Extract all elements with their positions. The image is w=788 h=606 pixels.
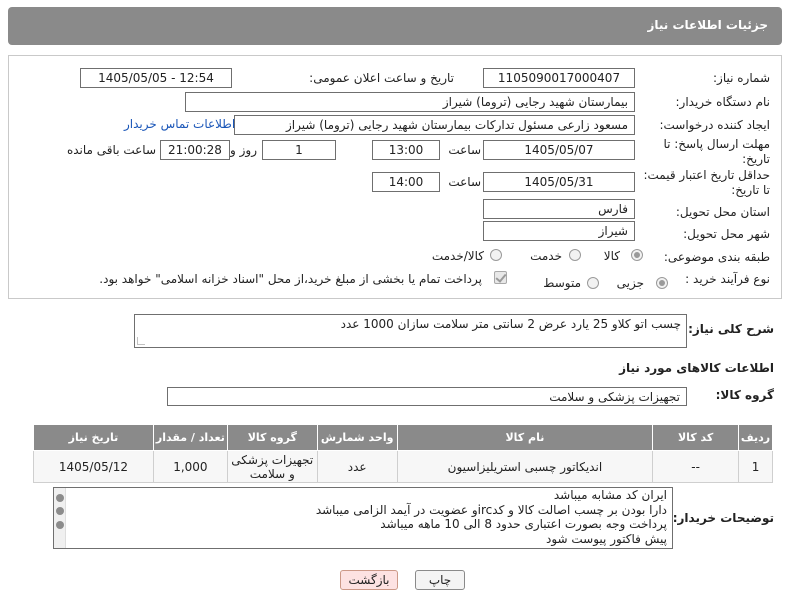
process-radio-partial[interactable] (656, 277, 668, 289)
notes-line: پیش فاکتور پیوست شود (545, 531, 667, 546)
process-option-partial: جزیی (616, 276, 644, 290)
scroll-down-icon[interactable] (56, 521, 64, 529)
th-unit: واحد شمارش (316, 424, 398, 451)
cell-need-date: 1405/05/12 (33, 450, 154, 483)
header-bar: جزئیات اطلاعات نیاز (8, 7, 782, 45)
days-label: روز و (230, 143, 257, 157)
price-time-label: ساعت (448, 175, 481, 189)
cell-item-name: اندیکاتور چسبی استریلیزاسیون (396, 450, 654, 483)
back-button[interactable]: بازگشت (340, 570, 398, 590)
description-textarea[interactable]: چسب اتو کلاو 25 یارد عرض 2 سانتی متر سلا… (134, 314, 687, 348)
th-quantity: تعداد / مقدار (152, 424, 228, 451)
category-radio-both[interactable] (490, 249, 502, 261)
contact-info-link[interactable]: اطلاعات تماس خریدار (124, 117, 235, 131)
page: جزئیات اطلاعات نیاز شماره نیاز: 11050900… (0, 0, 788, 606)
th-item-code: کد کالا (652, 424, 740, 451)
page-title: جزئیات اطلاعات نیاز (647, 18, 768, 32)
province-field[interactable]: فارس (483, 199, 635, 219)
th-item-name: نام کالا (396, 424, 654, 451)
need-number-field[interactable]: 1105090017000407 (483, 68, 635, 88)
city-field[interactable]: شیراز (483, 221, 635, 241)
description-text: چسب اتو کلاو 25 یارد عرض 2 سانتی متر سلا… (340, 317, 681, 331)
buyer-org-label: نام دستگاه خریدار: (675, 95, 771, 109)
creator-label: ایجاد کننده درخواست: (659, 118, 770, 132)
table-header-row: ردیف کد کالا نام کالا واحد شمارش گروه کا… (33, 424, 773, 451)
category-radio-goods[interactable] (631, 249, 643, 261)
price-validity-label: حداقل تاریخ اعتبار قیمت: (643, 168, 770, 182)
category-option-service: خدمت (530, 249, 562, 263)
reply-deadline-label-2: تاریخ: (742, 152, 770, 166)
scroll-thumb-icon[interactable] (56, 507, 64, 515)
goods-info-title: اطلاعات کالاهای مورد نیاز (619, 361, 774, 375)
price-date-field[interactable]: 1405/05/31 (483, 172, 635, 192)
need-number-label: شماره نیاز: (713, 71, 770, 85)
cell-row-number: 1 (738, 450, 773, 483)
notes-scrollbar[interactable] (54, 488, 66, 548)
buyer-org-field[interactable]: بیمارستان شهید رجایی (تروما) شیراز (185, 92, 635, 112)
process-label: نوع فرآیند خرید : (685, 272, 770, 286)
announce-label: تاریخ و ساعت اعلان عمومی: (309, 71, 454, 85)
table-row[interactable]: 1 -- اندیکاتور چسبی استریلیزاسیون عدد تج… (33, 450, 773, 483)
notes-label: توضیحات خریدار: (672, 511, 774, 525)
treasury-checkbox[interactable] (494, 271, 507, 284)
description-label: شرح کلی نیاز: (688, 322, 774, 336)
announce-field[interactable]: 1405/05/05 - 12:54 (80, 68, 232, 88)
category-option-both: کالا/خدمت (431, 249, 484, 263)
resize-grip-icon[interactable] (137, 337, 145, 345)
category-option-goods: کالا (603, 249, 620, 263)
price-time-field[interactable]: 14:00 (372, 172, 440, 192)
cell-quantity: 1,000 (152, 450, 228, 483)
cell-group: تجهیزات پزشکی و سلامت (226, 450, 318, 483)
th-group: گروه کالا (226, 424, 318, 451)
province-label: استان محل تحویل: (675, 205, 770, 219)
reply-time-label: ساعت (448, 143, 481, 157)
notes-line: دارا بودن بر چسب اصالت کالا و کدircو عضو… (315, 502, 667, 517)
reply-date-field[interactable]: 1405/05/07 (483, 140, 635, 160)
reply-time-field[interactable]: 13:00 (372, 140, 440, 160)
scroll-up-icon[interactable] (56, 494, 64, 502)
notes-textarea[interactable]: ایران کد مشابه میباشد دارا بودن بر چسب ا… (53, 487, 673, 549)
category-label: طبقه بندی موضوعی: (663, 250, 770, 264)
process-option-medium: متوسط (543, 276, 581, 290)
th-need-date: تاریخ نیاز (33, 424, 154, 451)
reply-deadline-label: مهلت ارسال پاسخ: تا (663, 137, 770, 151)
th-row-number: ردیف (738, 424, 773, 451)
days-field[interactable]: 1 (262, 140, 336, 160)
goods-group-field[interactable]: تجهیزات پزشکی و سلامت (167, 387, 687, 406)
print-button[interactable]: چاپ (415, 570, 465, 590)
goods-group-label: گروه کالا: (715, 388, 774, 402)
creator-field[interactable]: مسعود زارعی مسئول تدارکات بیمارستان شهید… (234, 115, 635, 135)
remaining-time-field[interactable]: 21:00:28 (160, 140, 230, 160)
remaining-label: ساعت باقی مانده (66, 143, 156, 157)
payment-note: پرداخت تمام یا بخشی از مبلغ خرید،از محل … (99, 272, 482, 286)
notes-line: ایران کد مشابه میباشد (553, 488, 667, 502)
notes-line: پرداخت وجه بصورت اعتباری حدود 8 الی 10 م… (380, 517, 667, 531)
category-radio-service[interactable] (569, 249, 581, 261)
cell-unit: عدد (316, 450, 398, 483)
cell-item-code: -- (652, 450, 740, 483)
process-radio-medium[interactable] (587, 277, 599, 289)
items-table: ردیف کد کالا نام کالا واحد شمارش گروه کا… (33, 424, 773, 483)
price-validity-label-2: تا تاریخ: (731, 183, 770, 197)
city-label: شهر محل تحویل: (683, 227, 770, 241)
